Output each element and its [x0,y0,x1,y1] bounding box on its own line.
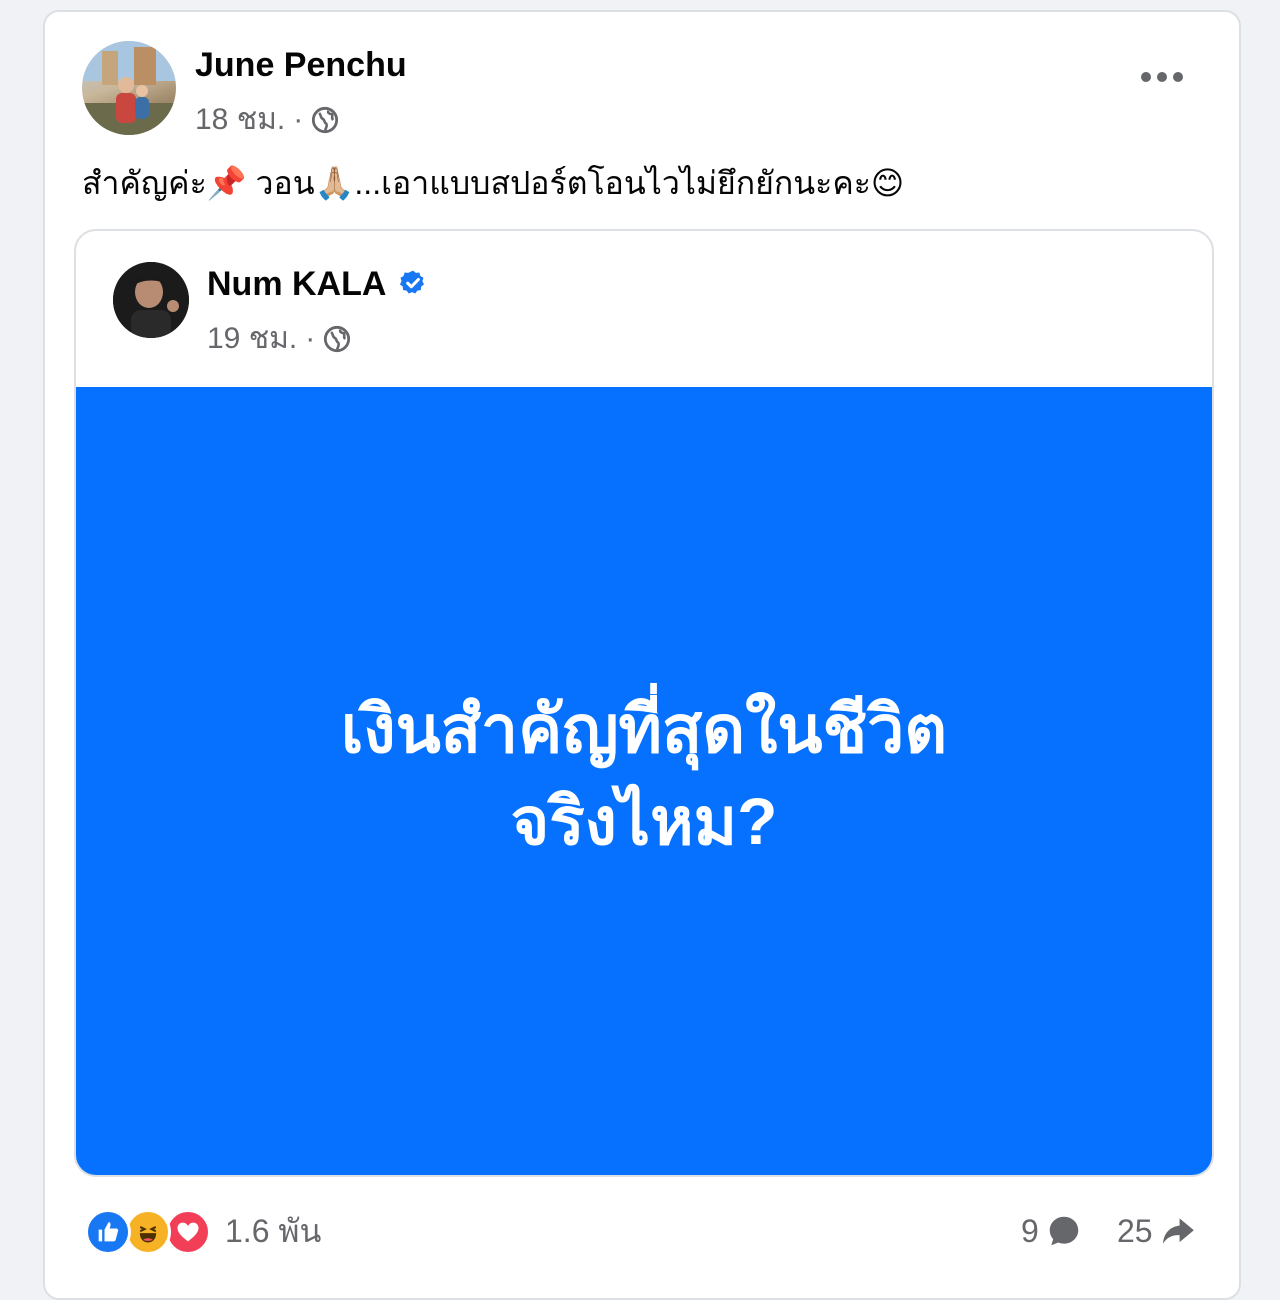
share-icon [1162,1218,1194,1244]
avatar-photo [113,262,189,338]
shared-author-avatar[interactable] [113,262,189,338]
post-text: สำคัญค่ะ📌 วอน🙏🏼...เอาแบบสปอร์ตโอนไวไม่ยึ… [82,165,905,201]
comment-icon [1049,1216,1079,1246]
more-dot [1141,72,1151,82]
headline-line-2: จริงไหม? [510,784,778,858]
globe-icon[interactable] [323,325,351,353]
shared-post-meta: 19 ชม. · [207,315,351,362]
haha-icon [125,1208,171,1255]
reaction-count[interactable]: 1.6 พัน [225,1206,321,1257]
post-timestamp[interactable]: 18 ชม. [195,96,285,143]
text-post-background[interactable]: เงินสำคัญที่สุดในชีวิต จริงไหม? [76,387,1212,1175]
author-avatar[interactable] [82,41,176,135]
shared-post-timestamp[interactable]: 19 ชม. [207,315,297,362]
post-footer: 1.6 พัน 9 25 [45,1200,1239,1260]
verified-badge-icon [399,270,424,294]
like-icon [85,1208,131,1255]
love-icon [165,1208,211,1255]
shared-author-name[interactable]: Num KALA [207,265,386,304]
post-card: June Penchu 18 ชม. · สำคัญค่ะ📌 วอน🙏🏼...เ… [43,10,1241,1300]
avatar-photo [82,41,176,135]
text-post-headline: เงินสำคัญที่สุดในชีวิต จริงไหม? [341,683,947,867]
share-count: 25 [1117,1212,1153,1249]
reaction-summary[interactable]: 1.6 พัน [85,1206,321,1257]
headline-line-1: เงินสำคัญที่สุดในชีวิต [340,692,948,766]
author-name[interactable]: June Penchu [195,46,407,85]
share-count-button[interactable]: 25 [1117,1212,1197,1250]
comment-count: 9 [1021,1212,1039,1249]
more-options-icon[interactable] [1141,72,1183,82]
more-dot [1157,72,1167,82]
globe-icon[interactable] [311,106,339,134]
meta-separator: · [293,102,304,136]
more-dot [1173,72,1183,82]
comment-count-button[interactable]: 9 [1021,1212,1083,1250]
post-meta: 18 ชม. · [195,96,339,143]
meta-separator: · [305,321,316,355]
shared-post[interactable]: Num KALA 19 ชม. · เงินสำคัญที่สุดในชีวิต… [74,229,1214,1177]
